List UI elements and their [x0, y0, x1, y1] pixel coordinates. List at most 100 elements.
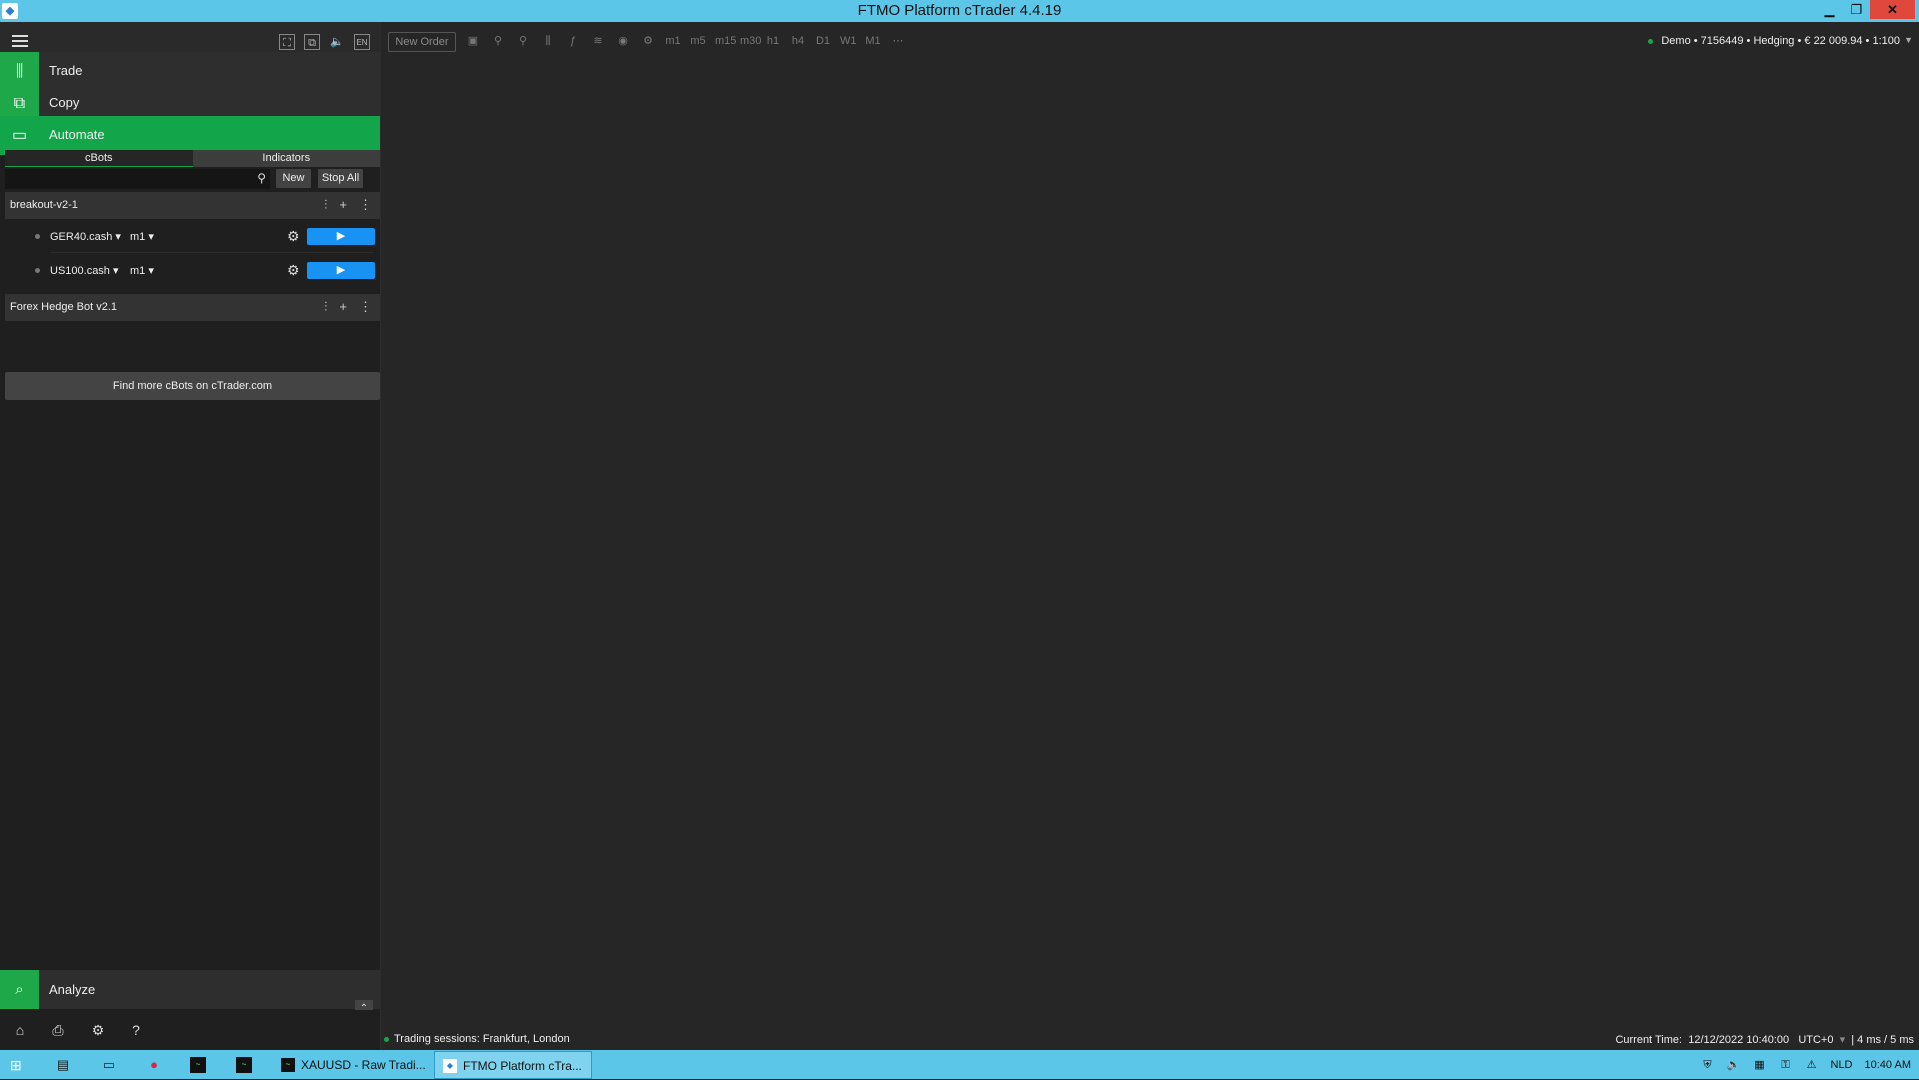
- ctrader-icon: ~: [281, 1058, 295, 1072]
- tf-h4[interactable]: h4: [790, 33, 806, 49]
- nav-copy-label: Copy: [49, 95, 80, 110]
- chart-settings-icon[interactable]: ⚙: [640, 33, 656, 49]
- restore-icon[interactable]: ❐: [1843, 0, 1870, 19]
- store-icon[interactable]: ⌂: [12, 1022, 28, 1038]
- timezone-select[interactable]: UTC+0: [1798, 1034, 1833, 1046]
- title-bar: ◆ FTMO Platform cTrader 4.4.19 ▁ ❐ ✕: [0, 0, 1919, 22]
- warning-icon[interactable]: ⚠: [1805, 1058, 1819, 1072]
- tab-cbots[interactable]: cBots: [5, 150, 193, 167]
- add-instance-icon[interactable]: +: [339, 299, 347, 315]
- file-icon[interactable]: ▤: [52, 1054, 74, 1076]
- status-bar: Trading sessions: Frankfurt, London Curr…: [381, 1030, 1919, 1050]
- tf-m15[interactable]: m15: [715, 33, 736, 49]
- tab-indicators[interactable]: Indicators: [192, 150, 380, 167]
- task-button-active[interactable]: ◆ FTMO Platform cTra...: [434, 1051, 592, 1079]
- symbol-select[interactable]: US100.cash ▾: [50, 264, 119, 277]
- input-language[interactable]: NLD: [1831, 1059, 1853, 1071]
- bot-header[interactable]: Forex Hedge Bot v2.1 ⫶ + ⋮: [5, 294, 380, 321]
- nav-automate-label: Automate: [49, 127, 105, 142]
- chart-type-icon[interactable]: ⫼: [540, 33, 556, 49]
- latency: 4 ms / 5 ms: [1857, 1034, 1914, 1046]
- task-button[interactable]: ~ XAUUSD - Raw Tradi...: [273, 1051, 433, 1079]
- bot-header[interactable]: breakout-v2-1 ⫶ + ⋮: [5, 192, 380, 219]
- account-info[interactable]: Demo • 7156449 • Hedging • € 22 009.94 •…: [1648, 35, 1900, 47]
- play-button[interactable]: ▶: [307, 262, 375, 279]
- network-icon[interactable]: ▦: [1753, 1058, 1767, 1072]
- window-controls: ▁ ❐ ✕: [1816, 0, 1915, 19]
- bot-instance[interactable]: GER40.cash ▾ m1 ▾ ⚙ ▶: [5, 220, 380, 253]
- status-dot: [35, 234, 40, 239]
- ctrader-icon[interactable]: ~: [236, 1057, 252, 1073]
- window-title: FTMO Platform cTrader 4.4.19: [857, 2, 1062, 19]
- bot-name: breakout-v2-1: [10, 199, 78, 211]
- status-dot: [35, 268, 40, 273]
- bot-name: Forex Hedge Bot v2.1: [10, 301, 118, 313]
- browser-icon[interactable]: ●: [143, 1054, 165, 1076]
- tf-m5[interactable]: m5: [690, 33, 706, 49]
- more-icon[interactable]: ⋮: [359, 197, 372, 213]
- play-button[interactable]: ▶: [307, 228, 375, 245]
- timeframe-select[interactable]: m1 ▾: [130, 264, 154, 277]
- find-more-button[interactable]: Find more cBots on cTrader.com: [5, 372, 380, 400]
- tf-m30[interactable]: m30: [740, 33, 761, 49]
- search-input[interactable]: ⚲: [5, 169, 270, 189]
- zoom-in-icon[interactable]: ⚲: [490, 33, 506, 49]
- chevron-down-icon[interactable]: ▼: [1904, 35, 1913, 45]
- zoom-out-icon[interactable]: ⚲: [515, 33, 531, 49]
- system-tray: ⛨ 🔈 ▦ ⚿ ⚠ NLD 10:40 AM: [1701, 1058, 1911, 1072]
- settings-icon[interactable]: ⚙: [287, 262, 300, 279]
- current-time: Current Time: 12/12/2022 10:40:00 UTC+0 …: [1615, 1034, 1914, 1046]
- gear-icon[interactable]: ⚙: [90, 1022, 106, 1038]
- more-icon[interactable]: ⋮: [359, 299, 372, 315]
- fullscreen-icon[interactable]: ⛶: [279, 34, 295, 50]
- search-row: ⚲ New Stop All: [5, 169, 380, 189]
- mute-icon[interactable]: 🔈: [329, 34, 345, 50]
- bot-instance[interactable]: US100.cash ▾ m1 ▾ ⚙ ▶: [5, 254, 380, 287]
- ctrader-icon[interactable]: ~: [190, 1057, 206, 1073]
- menu-icon[interactable]: [12, 35, 28, 47]
- timeframe-select[interactable]: m1 ▾: [130, 230, 154, 243]
- ftmo-icon: ◆: [443, 1059, 457, 1073]
- new-order-button[interactable]: New Order: [388, 32, 456, 52]
- new-button[interactable]: New: [276, 169, 311, 188]
- chart-toolbar: New Order ▣ ⚲ ⚲ ⫼ ƒ ≋ ◉ ⚙ m1 m5 m15 m30 …: [381, 22, 1919, 62]
- minimize-icon[interactable]: ▁: [1816, 0, 1843, 19]
- clock[interactable]: 10:40 AM: [1865, 1059, 1911, 1071]
- nav-analyze[interactable]: ⌕ Analyze: [0, 970, 380, 1009]
- detach-icon[interactable]: ⧉: [304, 34, 320, 50]
- add-instance-icon[interactable]: +: [339, 197, 347, 213]
- stop-all-button[interactable]: Stop All: [318, 169, 363, 188]
- indicators-icon[interactable]: ƒ: [565, 33, 581, 49]
- eye-icon[interactable]: ◉: [615, 33, 631, 49]
- close-icon[interactable]: ✕: [1870, 0, 1915, 19]
- session-dot: [384, 1036, 389, 1042]
- instances-icon[interactable]: ⫶: [324, 197, 327, 213]
- connection-dot: [1648, 38, 1654, 44]
- shield-icon[interactable]: ⛨: [1701, 1058, 1715, 1072]
- settings-icon[interactable]: ⚙: [287, 228, 300, 245]
- tf-h1[interactable]: h1: [765, 33, 781, 49]
- symbol-select[interactable]: GER40.cash ▾: [50, 230, 121, 243]
- volume-icon[interactable]: 🔈: [1727, 1058, 1741, 1072]
- nav-analyze-label: Analyze: [49, 982, 96, 997]
- print-icon[interactable]: ⎙: [50, 1022, 66, 1038]
- more-icon[interactable]: ⋯: [890, 33, 906, 49]
- folder-icon[interactable]: ▭: [98, 1054, 120, 1076]
- search-icon[interactable]: ⚲: [257, 171, 266, 185]
- help-icon[interactable]: ?: [128, 1022, 144, 1038]
- tf-mn1[interactable]: M1: [865, 33, 881, 49]
- left-panel: ⛶ ⧉ 🔈 EN ⫼ Trade ⧉ Copy ▭ Automate cBots…: [0, 22, 381, 1050]
- tf-m1[interactable]: m1: [665, 33, 681, 49]
- vpn-icon[interactable]: ⚿: [1779, 1058, 1793, 1072]
- language-icon[interactable]: EN: [354, 34, 370, 50]
- layers-icon[interactable]: ≋: [590, 33, 606, 49]
- analyze-icon: ⌕: [0, 970, 39, 1009]
- layout-icon[interactable]: ▣: [465, 33, 481, 49]
- divider: [50, 252, 374, 253]
- automate-tabs: cBots Indicators: [5, 150, 380, 167]
- tf-w1[interactable]: W1: [840, 33, 857, 49]
- start-icon[interactable]: ⊞: [10, 1057, 26, 1073]
- instances-icon[interactable]: ⫶: [324, 299, 327, 315]
- nav-trade-label: Trade: [49, 63, 83, 78]
- tf-d1[interactable]: D1: [815, 33, 831, 49]
